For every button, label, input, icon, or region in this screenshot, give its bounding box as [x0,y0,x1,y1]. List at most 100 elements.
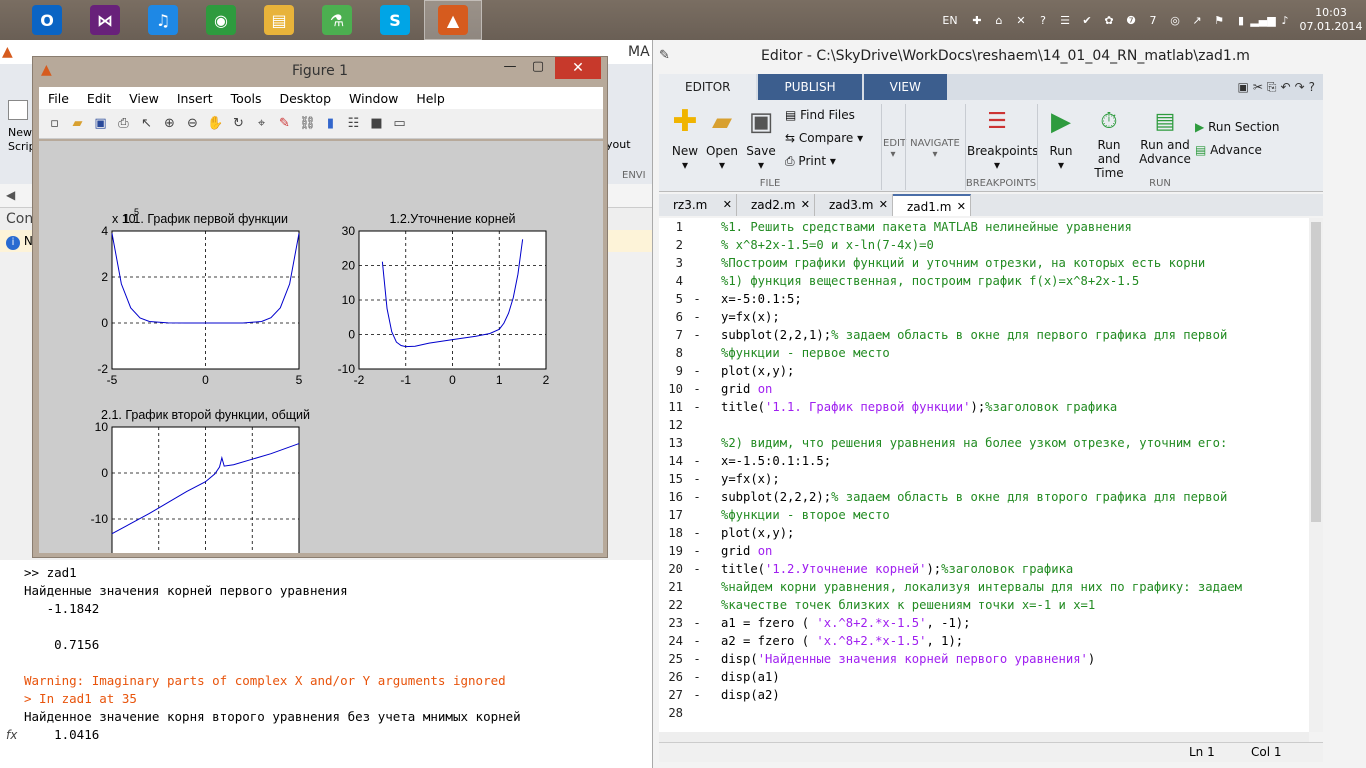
find-files-button[interactable]: ▤ Find Files [785,108,855,122]
breakpoint-marker[interactable] [687,218,707,236]
code-line[interactable]: 12 [659,416,1309,434]
breakpoint-marker[interactable] [687,506,707,524]
taskbar-app[interactable]: S [366,0,424,40]
breakpoint-marker[interactable] [687,236,707,254]
breakpoint-marker[interactable]: - [687,362,707,380]
breakpoint-marker[interactable] [687,596,707,614]
code-editor[interactable]: 1 %1. Решить средствами пакета MATLAB нел… [659,218,1309,732]
brush-icon[interactable]: ✎ [275,114,295,134]
menu-item-tools[interactable]: Tools [222,91,271,106]
code-line[interactable]: 5- x=-5:0.1:5; [659,290,1309,308]
tab-publish[interactable]: PUBLISH [758,74,862,100]
tab-view[interactable]: VIEW [863,74,947,100]
breakpoint-marker[interactable]: - [687,524,707,542]
file-tab[interactable]: zad3.m ✕ [815,194,893,216]
breakpoint-marker[interactable] [687,704,707,722]
tab-editor[interactable]: EDITOR [659,74,757,100]
breakpoint-marker[interactable]: - [687,470,707,488]
code-line[interactable]: 3 %Построим графики функций и уточним отр… [659,254,1309,272]
tray-icon[interactable]: ☰ [1056,12,1074,28]
open-button[interactable]: ▰ Open ▾ [705,106,739,172]
tray-icon[interactable]: ✔ [1078,12,1096,28]
code-line[interactable]: 16- subplot(2,2,2);% задаем область в окн… [659,488,1309,506]
tray-icon[interactable]: ✿ [1100,12,1118,28]
navigate-group-button[interactable]: NAVIGATE ▾ [907,138,963,160]
layout-button[interactable]: yout [606,138,631,151]
tray-icon[interactable]: ✚ [968,12,986,28]
advance-button[interactable]: ▤ Advance [1195,143,1262,157]
code-line[interactable]: 20- title('1.2.Уточнение корней');%заголо… [659,560,1309,578]
zoom-out-icon[interactable]: ⊖ [183,114,203,134]
new-figure-icon[interactable]: ▫ [45,114,65,134]
breakpoint-marker[interactable]: - [687,326,707,344]
taskbar-app[interactable]: ⚗ [308,0,366,40]
code-line[interactable]: 2 % x^8+2x-1.5=0 и x-ln(7-4x)=0 [659,236,1309,254]
pan-icon[interactable]: ✋ [206,114,226,134]
code-line[interactable]: 17 %функции - второе место [659,506,1309,524]
figure-canvas[interactable]: -5 0 5 4 2 0 -2 1.1. График первой функции -2 -1 0… [39,141,603,583]
tray-icon[interactable]: ❼ [1122,12,1140,28]
taskbar-app[interactable]: ⋈ [76,0,134,40]
quick-access-icon[interactable]: ✂ [1253,80,1263,94]
code-line[interactable]: 4 %1) функция вещественная, построим граф… [659,272,1309,290]
close-tab-icon[interactable]: ✕ [801,194,810,216]
breakpoint-marker[interactable] [687,434,707,452]
maximize-button[interactable]: ▢ [525,59,551,79]
close-button[interactable]: ✕ [555,57,601,79]
save-button[interactable]: ▣ Save ▾ [743,106,779,172]
breakpoints-button[interactable]: ☰ Breakpoints ▾ [967,106,1038,172]
file-tab[interactable]: rz3.m ✕ [659,194,737,216]
breakpoint-marker[interactable] [687,344,707,362]
taskbar-app[interactable]: ▲ [424,0,482,40]
back-icon[interactable]: ◀ [6,188,15,202]
rotate-3d-icon[interactable]: ↻ [229,114,249,134]
volume-icon[interactable]: ♪ [1276,12,1294,28]
tray-icon[interactable]: ◎ [1166,12,1184,28]
code-line[interactable]: 25- disp('Найденные значения корней перво… [659,650,1309,668]
run-and-advance-button[interactable]: ▤ Run and Advance [1139,106,1191,166]
breakpoint-marker[interactable]: - [687,632,707,650]
code-line[interactable]: 22 %качестве точек близких к решениям точ… [659,596,1309,614]
quick-access-icon[interactable]: ▣ [1237,80,1248,94]
vertical-scrollbar[interactable] [1309,218,1323,732]
scrollbar-thumb[interactable] [1311,222,1321,522]
breakpoint-marker[interactable] [687,254,707,272]
quick-access-icon[interactable]: ⎘ [1267,80,1277,95]
code-line[interactable]: 1 %1. Решить средствами пакета MATLAB нел… [659,218,1309,236]
hide-plot-tools-icon[interactable]: ■ [367,114,387,134]
code-line[interactable]: 18- plot(x,y); [659,524,1309,542]
menu-item-insert[interactable]: Insert [168,91,222,106]
clock[interactable]: 10:03 07.01.2014 [1296,6,1366,34]
colorbar-icon[interactable]: ▮ [321,114,341,134]
code-line[interactable]: 23- a1 = fzero ( 'x.^8+2.*x-1.5', -1); [659,614,1309,632]
help-icon[interactable]: ? [1309,80,1315,94]
tray-icon[interactable]: ↗ [1188,12,1206,28]
tray-icon[interactable]: ⌂ [990,12,1008,28]
breakpoint-marker[interactable] [687,578,707,596]
breakpoint-marker[interactable]: - [687,308,707,326]
code-line[interactable]: 15- y=fx(x); [659,470,1309,488]
flag-icon[interactable]: ⚑ [1210,12,1228,28]
edit-group-button[interactable]: EDIT ▾ [883,138,906,160]
link-plot-icon[interactable]: ⛓ [298,114,318,134]
data-cursor-icon[interactable]: ⌖ [252,114,272,134]
breakpoint-marker[interactable] [687,272,707,290]
taskbar-app[interactable]: ◉ [192,0,250,40]
battery-icon[interactable]: ▮ [1232,12,1250,28]
minimize-button[interactable]: — [497,59,523,79]
code-line[interactable]: 21 %найдем корни уравнения, локализуя инт… [659,578,1309,596]
menu-item-help[interactable]: Help [407,91,454,106]
signal-icon[interactable]: ▂▄▆ [1250,12,1275,28]
menu-item-window[interactable]: Window [340,91,407,106]
breakpoint-marker[interactable]: - [687,380,707,398]
taskbar-app[interactable]: ♫ [134,0,192,40]
tray-icon[interactable]: ✕ [1012,12,1030,28]
close-tab-icon[interactable]: ✕ [723,194,732,216]
language-indicator[interactable]: EN [936,12,964,28]
breakpoint-marker[interactable]: - [687,614,707,632]
menu-item-desktop[interactable]: Desktop [270,91,340,106]
taskbar-app[interactable]: ▤ [250,0,308,40]
code-line[interactable]: 19- grid on [659,542,1309,560]
code-line[interactable]: 9- plot(x,y); [659,362,1309,380]
code-line[interactable]: 27- disp(a2) [659,686,1309,704]
